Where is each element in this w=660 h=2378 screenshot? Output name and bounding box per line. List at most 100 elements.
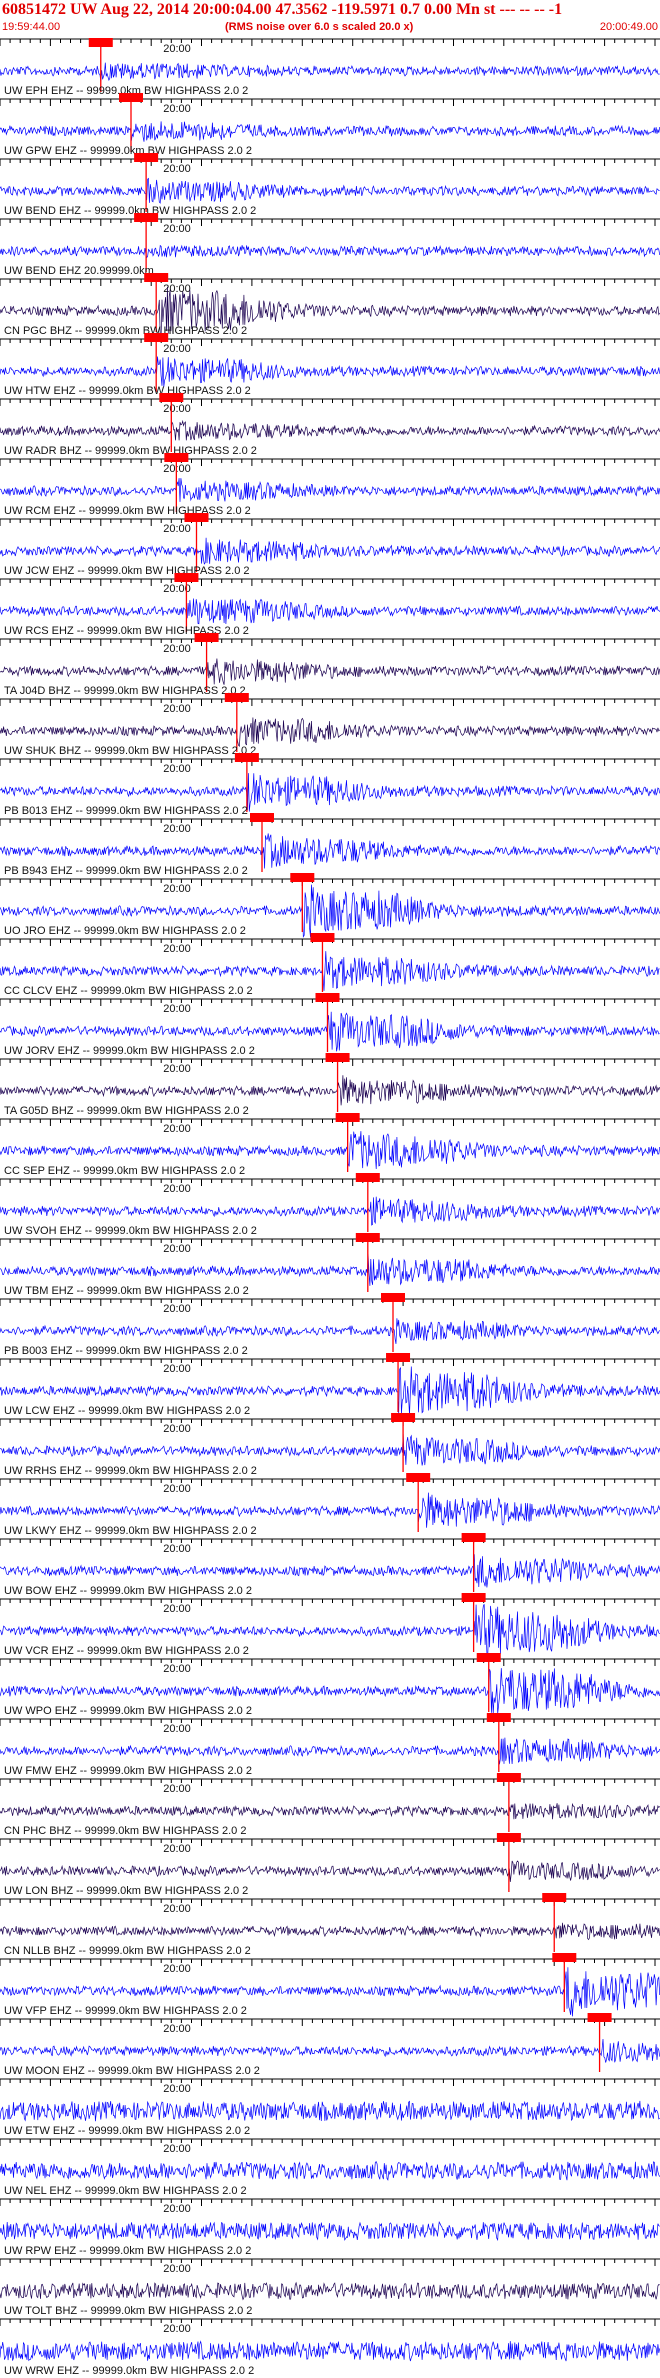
waveform-trace <box>0 478 660 502</box>
station-label: UW LKWY EHZ -- 99999.0km BW HIGHPASS 2.0… <box>4 1525 257 1537</box>
pick-flag <box>461 1593 486 1602</box>
station-label: CN PHC BHZ -- 99999.0km BW HIGHPASS 2.0 … <box>4 1825 246 1837</box>
time-ticks <box>0 1299 656 1306</box>
time-ticks <box>0 459 656 466</box>
waveform-trace <box>0 1196 660 1226</box>
waveform-trace <box>0 1492 660 1528</box>
tick-label: 20:00 <box>163 463 191 475</box>
time-ticks <box>0 1479 656 1486</box>
tick-label: 20:00 <box>163 883 191 895</box>
tick-label: 20:00 <box>163 2143 191 2155</box>
waveform-trace <box>0 2161 660 2181</box>
pick-flag <box>119 93 143 102</box>
time-ticks <box>0 1779 656 1786</box>
station-label: UW SHUK BHZ -- 99999.0km BW HIGHPASS 2.0… <box>4 745 256 757</box>
station-label: CC CLCV EHZ -- 99999.0km BW HIGHPASS 2.0… <box>4 985 253 997</box>
station-label: TA G05D BHZ -- 99999.0km BW HIGHPASS 2.0… <box>4 1105 249 1117</box>
tick-label: 20:00 <box>163 1123 191 1135</box>
waveform-trace <box>0 121 660 142</box>
station-label: UW GPW EHZ -- 99999.0km BW HIGHPASS 2.0 … <box>4 145 252 157</box>
pick-flag <box>144 333 169 342</box>
station-label: CN PGC BHZ -- 99999.0km BW HIGHPASS 2.0 … <box>4 325 247 337</box>
pick-flag <box>461 1533 486 1542</box>
waveform-trace <box>0 2340 660 2362</box>
station-label: UW FMW EHZ -- 99999.0km BW HIGHPASS 2.0 … <box>4 1765 252 1777</box>
seismogram-plot: 20:00UW EPH EHZ -- 99999.0km BW HIGHPASS… <box>0 38 660 2377</box>
pick-flag <box>234 753 259 762</box>
station-label: UW BEND EHZ 20.99999.0km <box>4 265 154 277</box>
pick-flag <box>315 993 340 1002</box>
pick-flag <box>325 1053 350 1062</box>
pick-flag <box>496 1833 521 1842</box>
pick-flag <box>587 2013 612 2022</box>
tick-label: 20:00 <box>163 763 191 775</box>
station-label: UW BOW EHZ -- 99999.0km BW HIGHPASS 2.0 … <box>4 1585 252 1597</box>
time-ticks <box>0 2139 656 2146</box>
pick-flag <box>194 633 219 642</box>
tick-label: 20:00 <box>163 643 191 655</box>
waveform-trace <box>0 2281 660 2301</box>
tick-label: 20:00 <box>163 1003 191 1015</box>
waveform-trace <box>0 1075 660 1106</box>
station-label: CN NLLB BHZ -- 99999.0km BW HIGHPASS 2.0… <box>4 1945 251 1957</box>
pick-flag <box>134 153 159 162</box>
time-ticks <box>0 2019 656 2026</box>
time-ticks <box>0 519 656 526</box>
waveform-trace <box>0 356 660 387</box>
event-title: 60851472 UW Aug 22, 2014 20:00:04.00 47.… <box>2 1 563 18</box>
tick-label: 20:00 <box>163 1423 191 1435</box>
tick-label: 20:00 <box>163 43 191 55</box>
station-label: UW WPO EHZ -- 99999.0km BW HIGHPASS 2.0 … <box>4 1705 252 1717</box>
tick-label: 20:00 <box>163 1603 191 1615</box>
pick-flag <box>310 933 335 942</box>
time-ticks <box>0 699 656 706</box>
tick-label: 20:00 <box>163 103 191 115</box>
time-ticks <box>0 1719 656 1726</box>
waveform-trace <box>0 2100 660 2122</box>
waveform-trace <box>0 1737 660 1765</box>
tick-label: 20:00 <box>163 1783 191 1795</box>
time-ticks <box>0 879 656 886</box>
time-ticks <box>0 1419 656 1426</box>
time-ticks <box>0 1599 656 1606</box>
time-ticks <box>0 99 656 106</box>
pick-flag <box>290 873 315 882</box>
pick-flag <box>486 1713 511 1722</box>
tick-label: 20:00 <box>163 223 191 235</box>
time-ticks <box>0 1119 656 1126</box>
tick-label: 20:00 <box>163 1363 191 1375</box>
waveform-trace <box>0 419 660 441</box>
time-ticks <box>0 579 656 586</box>
station-label: UW LCW EHZ -- 99999.0km BW HIGHPASS 2.0 … <box>4 1405 250 1417</box>
header: 60851472 UW Aug 22, 2014 20:00:04.00 47.… <box>0 0 660 38</box>
tick-label: 20:00 <box>163 2263 191 2275</box>
pick-flag <box>174 573 199 582</box>
waveform-trace <box>0 1131 660 1170</box>
waveform-trace <box>0 1318 660 1344</box>
time-ticks <box>0 399 656 406</box>
waveform-trace <box>0 244 660 259</box>
waveform-trace <box>0 62 660 82</box>
tick-label: 20:00 <box>163 523 191 535</box>
station-label: UW RADR BHZ -- 99999.0km BW HIGHPASS 2.0… <box>4 445 257 457</box>
pick-flag <box>224 693 249 702</box>
tick-label: 20:00 <box>163 1663 191 1675</box>
tick-label: 20:00 <box>163 2203 191 2215</box>
tick-label: 20:00 <box>163 1903 191 1915</box>
time-ticks <box>0 1539 656 1546</box>
time-ticks <box>0 219 656 226</box>
time-ticks <box>0 1179 656 1186</box>
station-label: TA J04D BHZ -- 99999.0km BW HIGHPASS 2.0… <box>4 685 246 697</box>
waveform-trace <box>0 1802 660 1820</box>
scaling-note: (RMS noise over 6.0 s scaled 20.0 x) <box>225 21 414 33</box>
time-ticks <box>0 759 656 766</box>
time-ticks <box>0 1359 656 1366</box>
station-label: UW TOLT BHZ -- 99999.0km BW HIGHPASS 2.0… <box>4 2305 252 2317</box>
station-label: UW LON BHZ -- 99999.0km BW HIGHPASS 2.0 … <box>4 1885 248 1897</box>
waveform-trace <box>0 833 660 869</box>
station-label: UW ETW EHZ -- 99999.0km BW HIGHPASS 2.0 … <box>4 2125 250 2137</box>
station-label: CC SEP EHZ -- 99999.0km BW HIGHPASS 2.0 … <box>4 1165 245 1177</box>
time-ticks <box>0 1659 656 1666</box>
waveform-trace <box>0 1860 660 1882</box>
time-ticks <box>0 2319 656 2326</box>
